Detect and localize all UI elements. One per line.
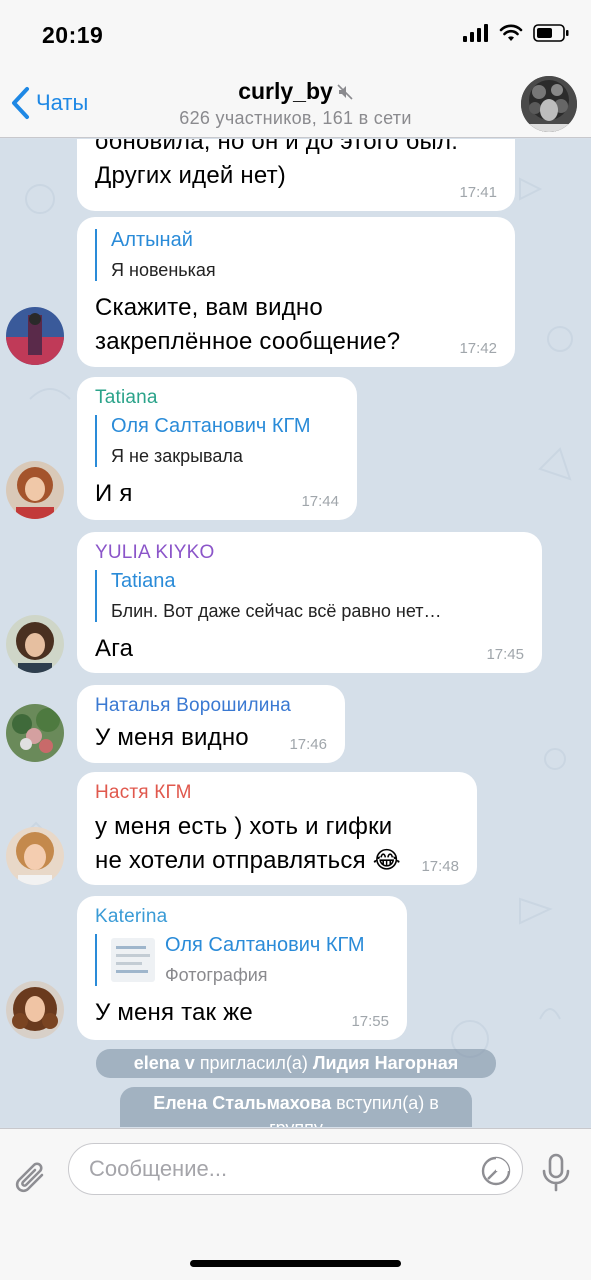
sender-name[interactable]: Наталья Ворошилина — [95, 695, 327, 717]
message-time: 17:41 — [459, 184, 497, 201]
microphone-icon[interactable] — [541, 1153, 571, 1193]
message-input[interactable] — [89, 1156, 459, 1182]
sender-name[interactable]: Tatiana — [95, 387, 339, 409]
group-avatar[interactable] — [521, 76, 577, 132]
photo-thumbnail — [111, 938, 155, 982]
reply-preview[interactable]: Tatiana Блин. Вот даже сейчас всё равно … — [95, 570, 524, 622]
message-time: 17:44 — [301, 493, 339, 510]
sender-name[interactable]: Настя КГМ — [95, 782, 459, 804]
composer — [0, 1128, 591, 1280]
battery-icon — [533, 24, 569, 42]
message-bubble[interactable]: Алтынай Я новенькая Скажите, вам видно з… — [77, 217, 515, 367]
chat-area[interactable]: обновила, но он и до этого был. Других и… — [0, 139, 591, 1127]
message-time: 17:45 — [486, 646, 524, 663]
sender-avatar[interactable] — [6, 461, 64, 519]
sender-name[interactable]: Katerina — [95, 906, 389, 928]
sender-avatar[interactable] — [6, 615, 64, 673]
message-bubble[interactable]: Настя КГМ у меня есть ) хоть и гифки не … — [77, 772, 477, 885]
message-text: Скажите, вам видно закреплённое сообщени… — [95, 294, 401, 355]
message-bubble[interactable]: Tatiana Оля Салтанович КГМ Я не закрывал… — [77, 377, 357, 520]
chat-title: curly_by — [238, 78, 333, 104]
sender-name[interactable]: YULIA KIYKO — [95, 542, 524, 564]
reply-text: Блин. Вот даже сейчас всё равно нет… — [111, 601, 442, 621]
message-text: Ага — [95, 635, 134, 662]
message-bubble[interactable]: обновила, но он и до этого был. Других и… — [77, 139, 515, 211]
service-message: elena v пригласил(а) Лидия Нагорная — [96, 1049, 496, 1078]
status-time: 20:19 — [42, 22, 104, 48]
reply-author: Оля Салтанович КГМ — [165, 934, 365, 956]
sticker-icon[interactable] — [480, 1155, 512, 1187]
muted-icon — [337, 83, 353, 100]
service-action: пригласил(а) — [199, 1053, 308, 1073]
reply-author: Алтынай — [111, 229, 193, 251]
service-actor[interactable]: elena v — [134, 1053, 195, 1073]
status-icons — [463, 24, 569, 42]
reply-preview[interactable]: Алтынай Я новенькая — [95, 229, 497, 281]
message-text: у меня есть ) хоть и гифки не хотели отп… — [95, 813, 401, 874]
reply-text: Я новенькая — [111, 260, 216, 280]
sender-avatar[interactable] — [6, 307, 64, 365]
reply-text: Фотография — [165, 965, 268, 985]
message-time: 17:46 — [289, 736, 327, 753]
message-bubble[interactable]: Katerina Оля Салтанович КГМ Фотография У… — [77, 896, 407, 1040]
status-bar: 20:19 — [0, 0, 591, 72]
wifi-icon — [499, 24, 523, 41]
message-bubble[interactable]: Наталья Ворошилина У меня видно 17:46 — [77, 685, 345, 763]
message-text: У меня так же — [95, 999, 253, 1026]
reply-text: Я не закрывала — [111, 446, 243, 466]
reply-author: Оля Салтанович КГМ — [111, 415, 311, 437]
reply-preview[interactable]: Оля Салтанович КГМ Я не закрывала — [95, 415, 339, 467]
message-field[interactable] — [68, 1143, 523, 1195]
service-target[interactable]: Лидия Нагорная — [313, 1053, 458, 1073]
message-bubble[interactable]: YULIA KIYKO Tatiana Блин. Вот даже сейча… — [77, 532, 542, 673]
chat-title-area[interactable]: curly_by 626 участников, 161 в сети — [0, 78, 591, 129]
paperclip-icon[interactable] — [14, 1159, 50, 1199]
reply-author: Tatiana — [111, 570, 176, 592]
reply-preview[interactable]: Оля Салтанович КГМ Фотография — [95, 934, 389, 986]
chat-header: Чаты curly_by 626 участников, 161 в сети — [0, 72, 591, 138]
home-indicator[interactable] — [190, 1260, 401, 1267]
message-text: обновила, но он и до этого был. Других и… — [95, 139, 459, 189]
sender-avatar[interactable] — [6, 981, 64, 1039]
sender-avatar[interactable] — [6, 827, 64, 885]
message-time: 17:48 — [421, 858, 459, 875]
service-message: Елена Стальмахова вступил(а) в группу — [120, 1087, 472, 1127]
service-actor[interactable]: Елена Стальмахова — [153, 1093, 331, 1113]
signal-icon — [463, 24, 488, 42]
sender-avatar[interactable] — [6, 704, 64, 762]
chat-subtitle: 626 участников, 161 в сети — [179, 108, 412, 128]
message-time: 17:42 — [459, 340, 497, 357]
message-time: 17:55 — [351, 1013, 389, 1030]
